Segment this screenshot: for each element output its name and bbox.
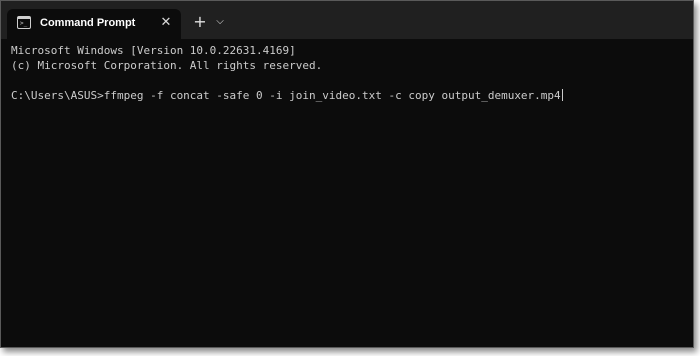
command-text: C:\Users\ASUS>ffmpeg -f concat -safe 0 -… bbox=[11, 89, 561, 102]
command-prompt-window: >_ Command Prompt ✕ + ⌵ Microsoft Window… bbox=[0, 0, 694, 348]
title-bar: >_ Command Prompt ✕ + ⌵ bbox=[1, 1, 693, 39]
terminal-output[interactable]: Microsoft Windows [Version 10.0.22631.41… bbox=[1, 39, 693, 347]
new-tab-button[interactable]: + bbox=[191, 13, 209, 31]
command-line[interactable]: C:\Users\ASUS>ffmpeg -f concat -safe 0 -… bbox=[11, 88, 683, 103]
text-cursor bbox=[561, 89, 563, 101]
tab-command-prompt[interactable]: >_ Command Prompt ✕ bbox=[7, 9, 181, 39]
chevron-down-icon[interactable]: ⌵ bbox=[213, 13, 227, 31]
terminal-line: (c) Microsoft Corporation. All rights re… bbox=[11, 59, 323, 72]
cmd-icon: >_ bbox=[17, 16, 31, 29]
terminal-line: Microsoft Windows [Version 10.0.22631.41… bbox=[11, 44, 296, 57]
close-icon[interactable]: ✕ bbox=[157, 14, 175, 32]
tab-title: Command Prompt bbox=[40, 17, 136, 29]
